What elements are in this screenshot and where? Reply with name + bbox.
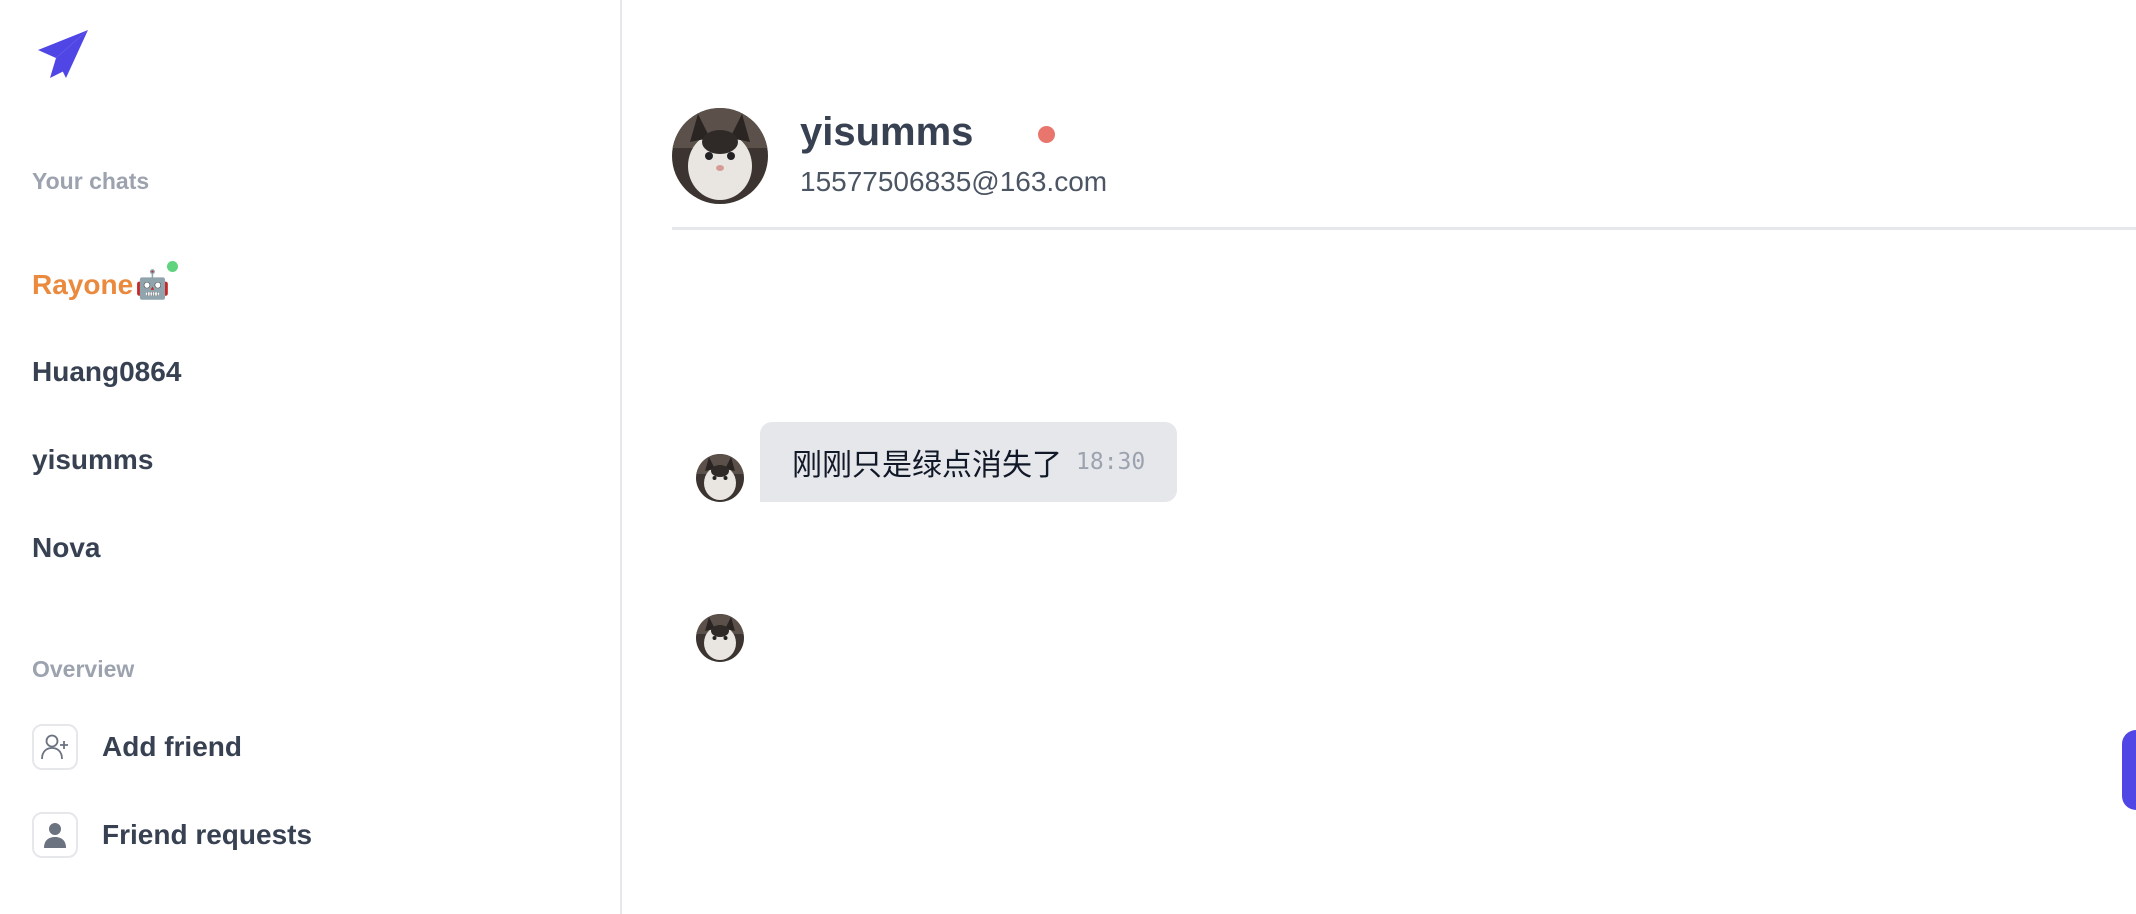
chat-item-yisumms[interactable]: yisumms xyxy=(32,444,153,476)
send-button[interactable] xyxy=(2122,730,2136,810)
contact-name: yisumms xyxy=(800,110,974,154)
message-avatar xyxy=(696,614,744,662)
message-avatar xyxy=(696,454,744,502)
user-icon xyxy=(32,812,78,858)
app-root: Your chats Rayone🤖 Huang0864 yisumms Nov… xyxy=(0,0,2136,914)
your-chats-label: Your chats xyxy=(32,168,150,194)
sidebar: Your chats Rayone🤖 Huang0864 yisumms Nov… xyxy=(0,0,622,914)
avatar xyxy=(672,108,768,204)
add-friend-label: Add friend xyxy=(102,731,242,762)
robot-emoji: 🤖 xyxy=(135,269,171,300)
friend-requests-link[interactable]: Friend requests xyxy=(32,812,312,858)
message-bubble: 刚刚只是绿点消失了 18:30 xyxy=(760,422,1178,502)
chat-item-label: Rayone xyxy=(32,269,134,300)
logo-icon[interactable] xyxy=(36,28,90,82)
overview-label: Overview xyxy=(32,656,135,682)
chat-item-nova[interactable]: Nova xyxy=(32,532,100,564)
friend-requests-label: Friend requests xyxy=(102,819,313,850)
chat-header: yisumms 15577506835@163.com xyxy=(672,106,2136,230)
chat-item-huang0864[interactable]: Huang0864 xyxy=(32,356,181,388)
online-indicator xyxy=(167,261,178,272)
message-time: 18:30 xyxy=(1076,449,1146,475)
message-text: 刚刚只是绿点消失了 xyxy=(792,448,1062,483)
add-user-icon xyxy=(32,724,78,770)
contact-email: 15577506835@163.com xyxy=(800,166,1108,197)
add-friend-link[interactable]: Add friend xyxy=(32,724,242,770)
chat-item-rayone[interactable]: Rayone🤖 xyxy=(32,268,170,301)
status-indicator xyxy=(1038,126,1055,143)
